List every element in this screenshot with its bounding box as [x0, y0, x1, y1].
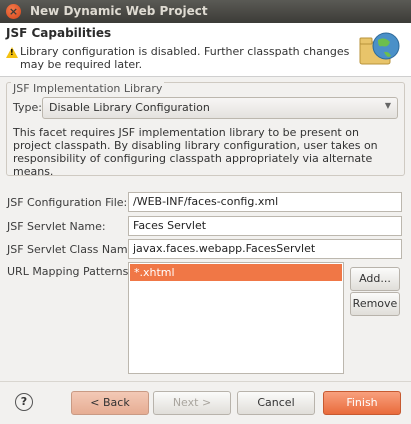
cancel-button[interactable]: Cancel [237, 391, 315, 415]
globe-folder-icon [359, 32, 400, 65]
servlet-class-field[interactable]: javax.faces.webapp.FacesServlet [128, 239, 402, 259]
servlet-name-label: JSF Servlet Name: [7, 220, 106, 233]
config-file-value: /WEB-INF/faces-config.xml [133, 195, 279, 208]
title-bar: × New Dynamic Web Project [0, 0, 411, 23]
back-button[interactable]: < Back [71, 391, 149, 415]
url-patterns-label: URL Mapping Patterns: [7, 265, 133, 278]
window-title: New Dynamic Web Project [30, 4, 208, 18]
remove-button[interactable]: Remove [350, 292, 400, 316]
implementation-group-label: JSF Implementation Library [11, 82, 165, 95]
servlet-name-value: Faces Servlet [133, 219, 207, 232]
type-combo-value: Disable Library Configuration [49, 101, 210, 114]
add-button[interactable]: Add... [350, 267, 400, 291]
page-title: JSF Capabilities [6, 26, 112, 40]
wizard-banner: JSF Capabilities ! Library configuration… [0, 23, 411, 77]
finish-button[interactable]: Finish [323, 391, 401, 415]
servlet-name-field[interactable]: Faces Servlet [128, 216, 402, 236]
help-icon[interactable]: ? [15, 393, 33, 411]
url-patterns-list[interactable]: *.xhtml [128, 262, 344, 374]
list-item[interactable]: *.xhtml [130, 264, 342, 281]
close-icon[interactable]: × [6, 4, 21, 19]
type-label: Type: [13, 101, 42, 114]
servlet-class-value: javax.faces.webapp.FacesServlet [133, 242, 316, 255]
implementation-description: This facet requires JSF implementation l… [13, 126, 378, 178]
next-button[interactable]: Next > [153, 391, 231, 415]
warning-message: Library configuration is disabled. Furth… [20, 45, 350, 71]
servlet-class-label: JSF Servlet Class Name: [7, 243, 139, 256]
type-combo[interactable]: Disable Library Configuration ▼ [42, 97, 398, 119]
config-file-field[interactable]: /WEB-INF/faces-config.xml [128, 192, 402, 212]
config-file-label: JSF Configuration File: [7, 196, 128, 209]
footer-separator [0, 381, 411, 382]
warning-icon: ! [6, 47, 18, 58]
chevron-down-icon: ▼ [384, 101, 391, 110]
